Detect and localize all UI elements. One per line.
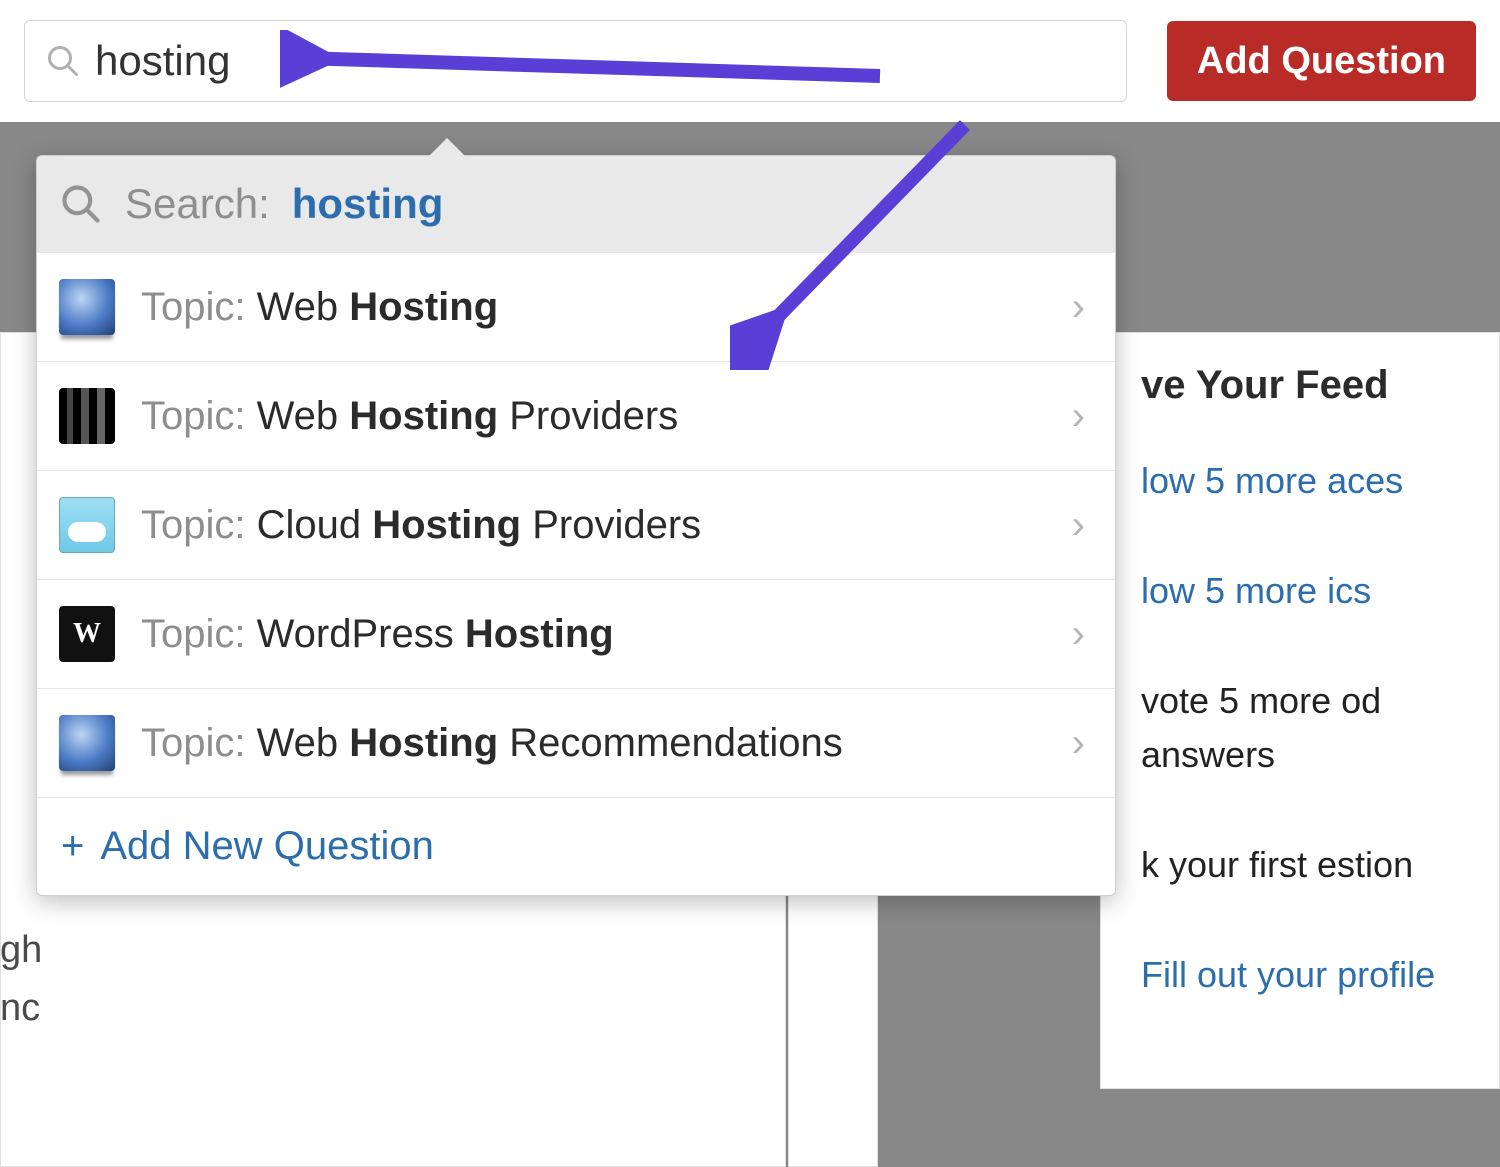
- suggestion-text: Topic: Web Hosting Providers: [141, 394, 1038, 439]
- add-question-button[interactable]: Add Question: [1167, 21, 1476, 101]
- improve-feed-title: ve Your Feed: [1141, 363, 1469, 408]
- feed-item[interactable]: vote 5 more od answers: [1141, 674, 1469, 782]
- feed-item[interactable]: Fill out your profile: [1141, 948, 1469, 1002]
- improve-feed-list: low 5 more aces low 5 more ics vote 5 mo…: [1141, 454, 1469, 1002]
- suggestion-text: Topic: Web Hosting: [141, 285, 1038, 330]
- chevron-right-icon: ›: [1064, 394, 1093, 439]
- dropdown-pointer: [427, 138, 467, 158]
- wordpress-icon: W: [59, 606, 115, 662]
- search-term: hosting: [292, 180, 444, 228]
- dropdown-search-row[interactable]: Search: hosting: [37, 156, 1115, 252]
- chevron-right-icon: ›: [1064, 503, 1093, 548]
- feed-item[interactable]: low 5 more ics: [1141, 564, 1469, 618]
- search-suggestions-dropdown: Search: hosting Topic: Web Hosting › Top…: [36, 155, 1116, 896]
- top-bar: Add Question: [0, 0, 1500, 122]
- suggestion-topic-wordpress-hosting[interactable]: W Topic: WordPress Hosting ›: [37, 579, 1115, 688]
- suggestion-topic-web-hosting-providers[interactable]: Topic: Web Hosting Providers ›: [37, 361, 1115, 470]
- search-label: Search:: [125, 180, 270, 228]
- search-field-wrap[interactable]: [24, 20, 1127, 102]
- globe-icon: [59, 715, 115, 771]
- suggestion-topic-web-hosting-recommendations[interactable]: Topic: Web Hosting Recommendations ›: [37, 688, 1115, 797]
- suggestion-text: Topic: Cloud Hosting Providers: [141, 503, 1038, 548]
- search-icon: [59, 182, 103, 226]
- search-icon: [45, 43, 81, 79]
- chevron-right-icon: ›: [1064, 285, 1093, 330]
- add-new-question-label: Add New Question: [100, 824, 434, 869]
- suggestion-topic-cloud-hosting-providers[interactable]: Topic: Cloud Hosting Providers ›: [37, 470, 1115, 579]
- suggestion-text: Topic: Web Hosting Recommendations: [141, 721, 1038, 766]
- chevron-right-icon: ›: [1064, 721, 1093, 766]
- bg-text-fragment: gh nc: [0, 921, 42, 1037]
- improve-feed-card: ve Your Feed low 5 more aces low 5 more …: [1100, 332, 1500, 1089]
- plus-icon: +: [61, 824, 84, 869]
- chevron-right-icon: ›: [1064, 612, 1093, 657]
- cloud-icon: [59, 497, 115, 553]
- add-new-question-row[interactable]: + Add New Question: [37, 797, 1115, 895]
- feed-item[interactable]: k your first estion: [1141, 838, 1469, 892]
- feed-item[interactable]: low 5 more aces: [1141, 454, 1469, 508]
- suggestion-text: Topic: WordPress Hosting: [141, 612, 1038, 657]
- server-icon: [59, 388, 115, 444]
- suggestion-topic-web-hosting[interactable]: Topic: Web Hosting ›: [37, 252, 1115, 361]
- search-input[interactable]: [95, 37, 1106, 85]
- globe-icon: [59, 279, 115, 335]
